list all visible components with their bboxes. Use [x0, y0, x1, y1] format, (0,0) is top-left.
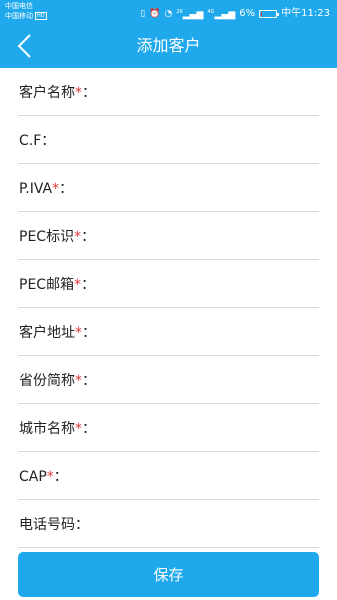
required-asterisk: *	[75, 373, 82, 389]
required-asterisk: *	[75, 421, 82, 437]
field-colon: ：	[82, 421, 96, 437]
battery-icon	[259, 9, 280, 18]
field-label-text: CAP	[19, 469, 47, 485]
form-row: 城市名称*：	[18, 404, 319, 452]
field-colon: ：	[75, 517, 89, 533]
field-label-text: 客户名称	[19, 85, 75, 101]
field-label: 客户地址*：	[19, 308, 96, 358]
field-label-text: 电话号码	[19, 517, 75, 533]
form-row: 电话号码：	[18, 500, 319, 548]
field-label: 客户名称*：	[19, 68, 96, 118]
field-input[interactable]	[113, 174, 319, 204]
vibrate-icon: ▯	[140, 8, 146, 19]
alarm-icon: ⏰	[149, 8, 161, 19]
field-colon: ：	[59, 181, 74, 197]
form-row: 客户名称*：	[18, 68, 319, 116]
field-colon: ：	[82, 373, 96, 389]
clock: 中午11:23	[281, 7, 330, 19]
field-input[interactable]	[113, 126, 319, 156]
carrier-info: 中国电信 中国移动 HD	[5, 1, 47, 21]
field-input[interactable]	[113, 78, 319, 108]
footer: 保存	[0, 548, 337, 600]
field-input[interactable]	[113, 270, 319, 300]
page-title: 添加客户	[136, 36, 201, 55]
battery-percent: 6%	[239, 7, 256, 19]
form-row: 客户地址*：	[18, 308, 319, 356]
field-colon: ：	[53, 469, 68, 485]
field-label-text: C.F	[19, 133, 42, 149]
form-row: 省份简称*：	[18, 356, 319, 404]
wifi-icon: ◔	[164, 8, 173, 19]
required-asterisk: *	[46, 469, 54, 485]
field-colon: ：	[82, 325, 96, 341]
field-label-text: 客户地址	[19, 325, 75, 341]
field-label: 城市名称*：	[19, 404, 96, 454]
field-input[interactable]	[113, 318, 319, 348]
form-row: PEC邮箱*：	[18, 260, 319, 308]
field-colon: ：	[82, 85, 96, 101]
form-row: PEC标识*：	[18, 212, 319, 260]
field-label-text: PEC标识	[19, 229, 75, 245]
form-row: C.F：	[18, 116, 319, 164]
status-bar: 中国电信 中国移动 HD ▯ ⏰ ◔ 26▂▄▆ 4G▂▄▆ 6% 中午11:23	[0, 0, 337, 24]
field-label-text: PEC邮箱	[19, 277, 75, 293]
field-input[interactable]	[113, 222, 319, 252]
form-row: P.IVA*：	[18, 164, 319, 212]
save-button[interactable]: 保存	[18, 552, 319, 597]
field-label-text: 省份简称	[19, 373, 75, 389]
required-asterisk: *	[75, 85, 82, 101]
field-input[interactable]	[113, 462, 319, 492]
form-row: CAP*：	[18, 452, 319, 500]
field-label: CAP*：	[19, 452, 68, 502]
field-label: PEC邮箱*：	[19, 260, 95, 310]
carrier-2: 中国移动	[5, 12, 33, 20]
hd-badge: HD	[35, 12, 47, 20]
field-colon: ：	[81, 277, 96, 293]
required-asterisk: *	[75, 325, 82, 341]
field-label: 电话号码：	[19, 500, 89, 550]
field-label: P.IVA*：	[19, 164, 73, 214]
status-icons: ▯ ⏰ ◔ 26▂▄▆ 4G▂▄▆ 6% 中午11:23	[140, 5, 330, 22]
field-label-text: 城市名称	[19, 421, 75, 437]
carrier-1: 中国电信	[5, 2, 33, 10]
app-bar: 添加客户	[0, 24, 337, 68]
signal-icon: 26▂▄▆	[176, 9, 204, 20]
battery-fill	[261, 11, 263, 16]
field-input[interactable]	[113, 366, 319, 396]
field-label: 省份简称*：	[19, 356, 96, 406]
field-label: C.F：	[19, 116, 55, 166]
field-input[interactable]	[113, 510, 319, 540]
field-label: PEC标识*：	[19, 212, 95, 262]
field-label-text: P.IVA	[19, 181, 53, 197]
signal-icon: 4G▂▄▆	[207, 9, 236, 20]
field-colon: ：	[81, 229, 96, 245]
field-input[interactable]	[113, 414, 319, 444]
customer-form: 客户名称*： C.F： P.IVA*： PEC标识*： PEC邮箱*： 客户地址*： 省份简…	[0, 68, 337, 548]
field-colon: ：	[41, 133, 56, 149]
